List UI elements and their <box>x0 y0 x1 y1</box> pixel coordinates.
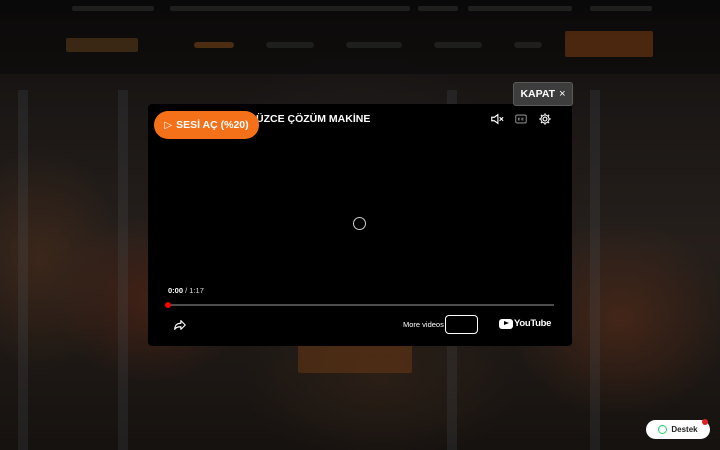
captions-icon[interactable] <box>514 112 528 126</box>
progress-bar[interactable] <box>168 304 554 306</box>
duration: / 1:17 <box>185 286 204 295</box>
close-label: KAPAT <box>520 88 556 100</box>
time-display: 0:00 / 1:17 <box>168 286 204 295</box>
notification-dot <box>702 419 708 425</box>
loading-spinner-icon <box>353 217 366 230</box>
close-button[interactable]: KAPAT × <box>513 82 573 106</box>
unmute-button[interactable]: ▷ SESİ AÇ (%20) <box>154 111 259 139</box>
whatsapp-icon <box>658 425 668 434</box>
youtube-play-icon <box>499 318 513 329</box>
youtube-logo[interactable]: YouTube <box>499 318 551 329</box>
speaker-icon: ▷ <box>164 119 173 131</box>
more-videos-label[interactable]: More videos <box>403 320 444 329</box>
close-icon: × <box>559 88 566 100</box>
support-label: Destek <box>671 425 698 434</box>
video-player[interactable]: ÜZCE ÇÖZÜM MAKİNE 0:00 / 1:17 More video… <box>148 104 572 346</box>
mute-icon[interactable] <box>490 112 504 126</box>
settings-gear-icon[interactable] <box>538 112 552 126</box>
more-videos-button[interactable] <box>445 315 478 334</box>
progress-scrubber[interactable] <box>165 302 171 308</box>
share-icon[interactable] <box>173 318 187 332</box>
unmute-label: SESİ AÇ (%20) <box>176 119 249 131</box>
youtube-wordmark: YouTube <box>514 318 552 329</box>
current-time: 0:00 <box>168 286 184 295</box>
video-title[interactable]: ÜZCE ÇÖZÜM MAKİNE <box>256 113 370 125</box>
support-chat-button[interactable]: Destek <box>646 419 710 439</box>
